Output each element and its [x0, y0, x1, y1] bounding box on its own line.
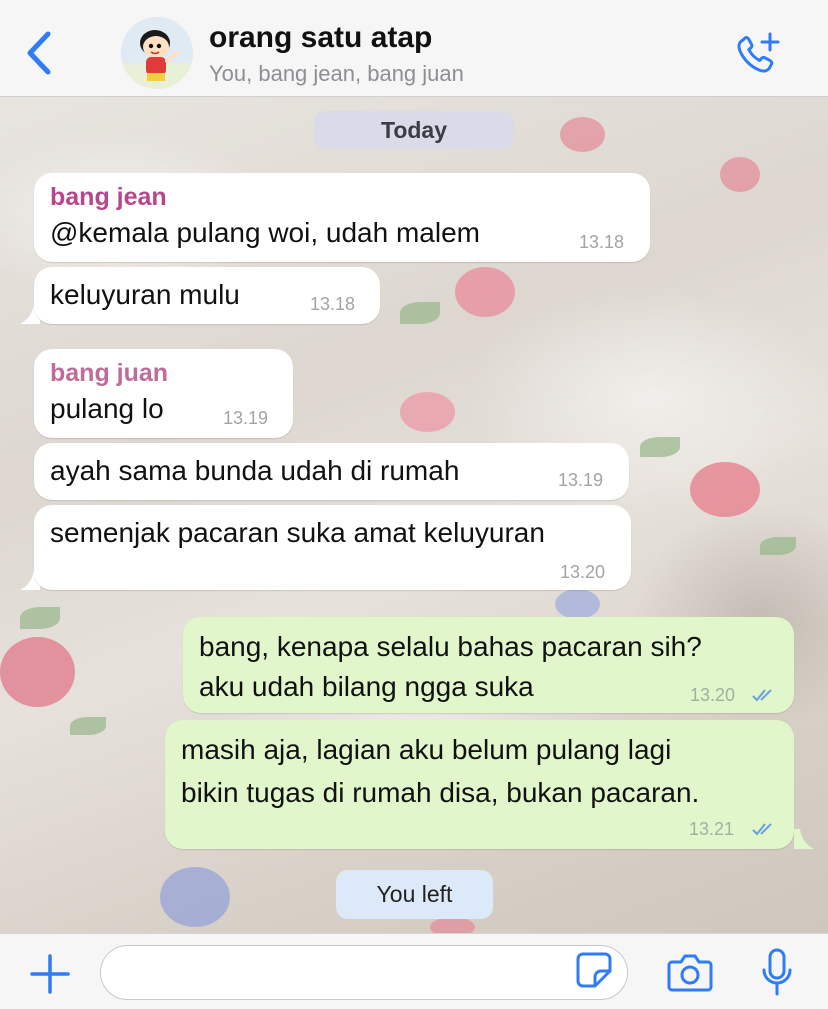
message-text: ayah sama bunda udah di rumah: [50, 455, 460, 486]
message-time: 13.20: [690, 685, 736, 705]
message-time: 13.18: [310, 294, 356, 314]
message-input[interactable]: [100, 945, 628, 1000]
composer-bar: [0, 933, 828, 1009]
outgoing-message[interactable]: bang, kenapa selalu bahas pacaran sih? a…: [183, 617, 794, 713]
chevron-left-icon[interactable]: [22, 28, 58, 78]
sender-name: bang juan: [50, 359, 169, 387]
message-time: 13.21: [689, 819, 735, 839]
chat-header: orang satu atap You, bang jean, bang jua…: [0, 0, 828, 97]
microphone-icon[interactable]: [760, 948, 794, 998]
double-check-icon: [752, 689, 772, 702]
date-separator: Today: [314, 111, 514, 149]
message-time: 13.19: [223, 408, 269, 428]
incoming-message[interactable]: ayah sama bunda udah di rumah 13.19: [34, 443, 629, 500]
outgoing-message[interactable]: masih aja, lagian aku belum pulang lagi …: [165, 720, 794, 849]
message-text: pulang lo: [50, 393, 164, 424]
message-time: 13.19: [558, 470, 604, 490]
incoming-message[interactable]: bang jean @kemala pulang woi, udah malem…: [34, 173, 650, 262]
incoming-message[interactable]: keluyuran mulu 13.18: [34, 267, 380, 324]
chat-members[interactable]: You, bang jean, bang juan: [209, 61, 464, 87]
message-text: semenjak pacaran suka amat keluyuran: [50, 517, 545, 548]
message-time: 13.20: [560, 562, 606, 582]
chat-area[interactable]: Today bang jean @kemala pulang woi, udah…: [0, 97, 828, 933]
phone-add-icon[interactable]: [733, 30, 783, 78]
camera-icon[interactable]: [666, 952, 714, 994]
plus-icon[interactable]: [28, 952, 72, 996]
sender-name: bang jean: [50, 183, 167, 211]
message-text: keluyuran mulu: [50, 279, 240, 310]
system-notice: You left: [336, 870, 493, 919]
message-text-line: aku udah bilang ngga suka: [199, 671, 534, 702]
group-avatar[interactable]: [121, 17, 193, 89]
bubble-tail: [794, 829, 814, 849]
chat-title[interactable]: orang satu atap: [209, 21, 432, 55]
message-text-line: masih aja, lagian aku belum pulang lagi: [181, 734, 672, 765]
incoming-message[interactable]: semenjak pacaran suka amat keluyuran 13.…: [34, 505, 631, 590]
message-text-line: bang, kenapa selalu bahas pacaran sih?: [199, 631, 702, 662]
double-check-icon: [752, 823, 772, 836]
message-text-line: bikin tugas di rumah disa, bukan pacaran…: [181, 777, 700, 808]
message-text: @kemala pulang woi, udah malem: [50, 217, 480, 248]
sticker-icon[interactable]: [575, 951, 613, 989]
incoming-message[interactable]: bang juan pulang lo 13.19: [34, 349, 293, 438]
message-time: 13.18: [579, 232, 625, 252]
